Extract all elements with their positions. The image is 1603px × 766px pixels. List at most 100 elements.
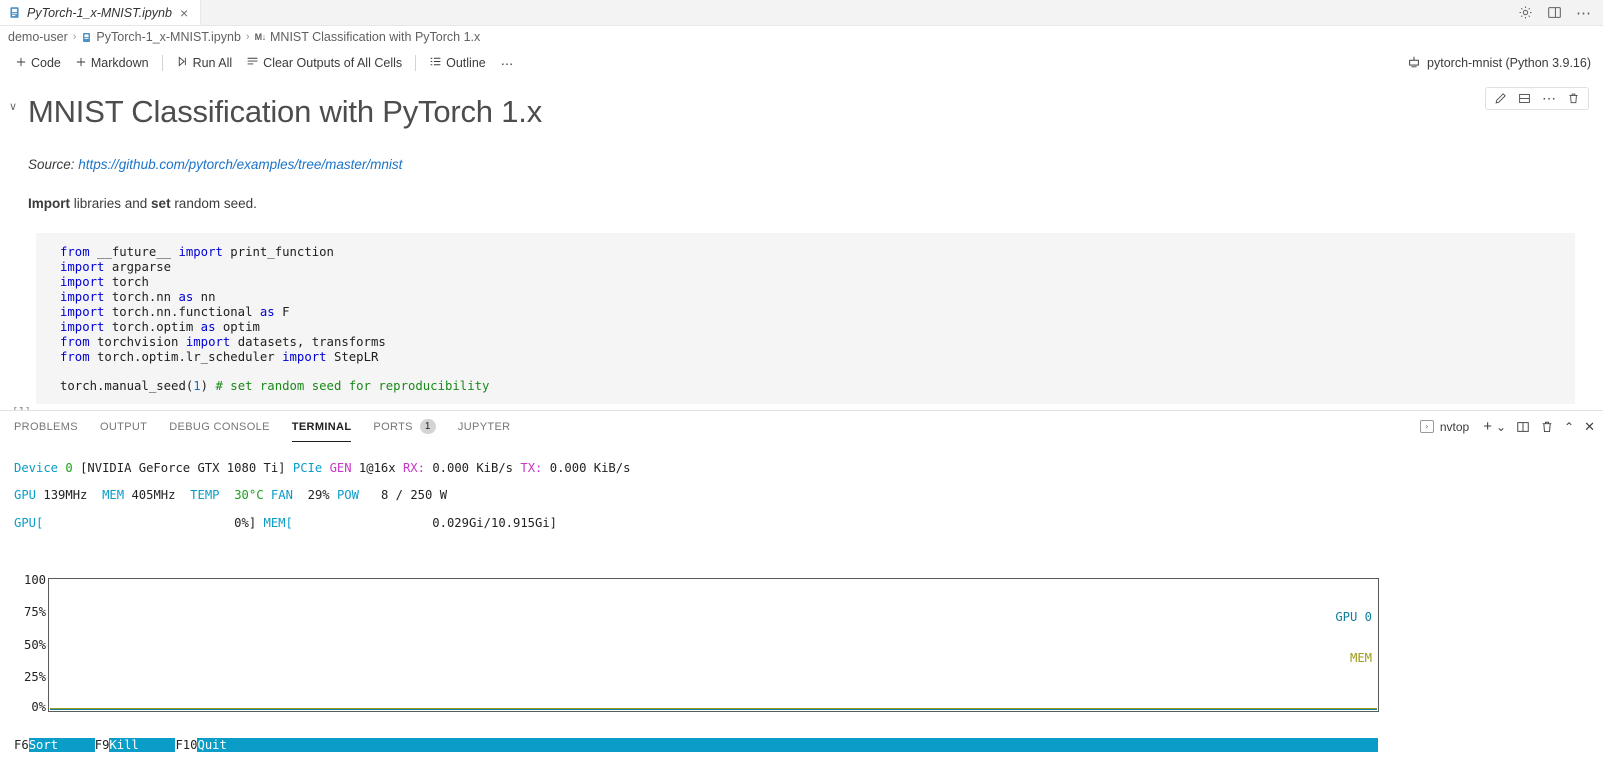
run-icon bbox=[176, 55, 189, 71]
tab-terminal[interactable]: TERMINAL bbox=[291, 411, 352, 442]
breadcrumb-item-symbol[interactable]: M↓ MNIST Classification with PyTorch 1.x bbox=[255, 30, 481, 44]
legend-entry-gpu: GPU 0 bbox=[1335, 609, 1372, 624]
new-terminal-dropdown-icon[interactable]: ⌄ bbox=[1496, 420, 1506, 434]
pcie-label: PCIe bbox=[292, 460, 323, 475]
gpu-clock-value: 139MHz bbox=[43, 488, 88, 503]
rx-value: 0.000 KiB/s bbox=[432, 460, 514, 475]
notebook-icon bbox=[8, 6, 21, 19]
tx-label: TX: bbox=[520, 460, 543, 475]
gpu-utilization-chart: 100 75% 50% 25% 0% GPU 0 MEM bbox=[14, 573, 1379, 714]
outline-icon bbox=[429, 55, 442, 71]
tab-output[interactable]: OUTPUT bbox=[100, 411, 147, 442]
toolbar-divider bbox=[415, 55, 417, 71]
new-terminal-button[interactable]: + bbox=[1483, 418, 1492, 435]
breadcrumb-label: PyTorch-1_x-MNIST.ipynb bbox=[96, 30, 241, 44]
code-cell[interactable]: from __future__ import print_function im… bbox=[12, 233, 1575, 410]
pencil-icon[interactable] bbox=[1490, 90, 1511, 107]
split-terminal-icon[interactable] bbox=[1516, 420, 1530, 434]
trash-icon[interactable] bbox=[1563, 90, 1584, 107]
fkey-f10[interactable]: F10 bbox=[175, 738, 198, 752]
add-code-cell-button[interactable]: Code bbox=[8, 54, 68, 73]
editor-tab-label: PyTorch-1_x-MNIST.ipynb bbox=[27, 5, 172, 20]
import-mid: libraries and bbox=[70, 196, 152, 212]
clear-outputs-icon bbox=[246, 55, 259, 71]
fan-value: 29% bbox=[307, 488, 330, 503]
y-tick-50: 50% bbox=[23, 638, 46, 653]
mem-clock-value: 405MHz bbox=[131, 488, 176, 503]
tx-value: 0.000 KiB/s bbox=[549, 460, 631, 475]
kernel-selector[interactable]: pytorch-mnist (Python 3.9.16) bbox=[1407, 48, 1591, 78]
tab-problems[interactable]: PROBLEMS bbox=[14, 411, 78, 442]
plus-icon bbox=[75, 56, 87, 71]
code-content[interactable]: from __future__ import print_function im… bbox=[60, 245, 1575, 394]
tab-debug-console[interactable]: DEBUG CONSOLE bbox=[169, 411, 270, 442]
tab-ports[interactable]: PORTS 1 bbox=[373, 411, 436, 442]
gpu-bar-value: 0%] bbox=[234, 515, 257, 530]
tab-label: PORTS bbox=[373, 420, 413, 433]
outline-button[interactable]: Outline bbox=[422, 53, 493, 73]
clear-outputs-button[interactable]: Clear Outputs of All Cells bbox=[239, 53, 409, 73]
import-post: random seed. bbox=[170, 196, 257, 212]
source-line: Source: https://github.com/pytorch/examp… bbox=[0, 157, 1603, 172]
clear-outputs-label: Clear Outputs of All Cells bbox=[263, 56, 403, 70]
fkey-f6-action[interactable]: Sort bbox=[29, 738, 58, 752]
add-code-cell-label: Code bbox=[31, 56, 61, 70]
maximize-panel-icon[interactable]: ⌃ bbox=[1564, 420, 1574, 434]
tab-jupyter[interactable]: JUPYTER bbox=[458, 411, 511, 442]
close-icon[interactable]: × bbox=[178, 6, 190, 20]
tab-label: TERMINAL bbox=[291, 420, 352, 433]
more-actions-icon[interactable]: ⋯ bbox=[1576, 4, 1591, 22]
y-tick-100: 100 bbox=[23, 573, 46, 588]
import-description: Import libraries and set random seed. bbox=[0, 196, 1603, 211]
breadcrumb: demo-user › PyTorch-1_x-MNIST.ipynb › M↓… bbox=[0, 26, 1603, 48]
close-panel-icon[interactable]: ✕ bbox=[1584, 419, 1595, 435]
temp-value: 30°C bbox=[234, 488, 264, 503]
gen-label: GEN bbox=[329, 460, 352, 475]
breadcrumb-item-file[interactable]: PyTorch-1_x-MNIST.ipynb bbox=[81, 30, 241, 44]
toolbar-more-icon[interactable]: ⋯ bbox=[493, 56, 523, 71]
cell-more-icon[interactable]: ⋯ bbox=[1538, 91, 1560, 105]
y-tick-75: 75% bbox=[23, 605, 46, 620]
series-line-gpu bbox=[50, 709, 1377, 711]
fkey-f10-action[interactable]: Quit bbox=[197, 738, 226, 752]
import-bold-1: Import bbox=[28, 196, 70, 212]
process-table: PID USER GPU TYPE GPU MEM CPU HOST MEM C… bbox=[14, 763, 1378, 766]
nvtop-bars-line: GPU[ 0%] MEM[ 0.029Gi/10.915Gi] bbox=[14, 515, 1603, 531]
breadcrumb-item-folder[interactable]: demo-user bbox=[8, 30, 68, 44]
source-link[interactable]: https://github.com/pytorch/examples/tree… bbox=[78, 157, 402, 172]
device-label: Device bbox=[14, 460, 59, 475]
mem-bar-label: MEM[ bbox=[263, 515, 293, 530]
notebook-body: ⋯ ∨ MNIST Classification with PyTorch 1.… bbox=[0, 78, 1603, 410]
run-all-button[interactable]: Run All bbox=[169, 53, 240, 73]
kill-terminal-icon[interactable] bbox=[1540, 420, 1554, 434]
kernel-label: pytorch-mnist (Python 3.9.16) bbox=[1427, 56, 1591, 70]
cell-toolbar: ⋯ bbox=[1485, 87, 1589, 110]
editor-actions: ⋯ bbox=[1518, 0, 1597, 25]
editor-tab-notebook[interactable]: PyTorch-1_x-MNIST.ipynb × bbox=[0, 0, 202, 25]
split-layout-icon[interactable] bbox=[1547, 5, 1562, 20]
outline-label: Outline bbox=[446, 56, 486, 70]
legend-entry-mem: MEM bbox=[1349, 651, 1372, 666]
nvtop-stats-line: GPU 139MHz MEM 405MHz TEMP 30°C FAN 29% … bbox=[14, 488, 1603, 503]
kernel-icon bbox=[1407, 55, 1421, 72]
notebook-toolbar: Code Markdown Run All Clear Outputs of A… bbox=[0, 48, 1603, 78]
chevron-down-icon[interactable]: ∨ bbox=[9, 100, 23, 113]
terminal-instance-selector[interactable]: › nvtop bbox=[1416, 419, 1473, 435]
tab-label: PROBLEMS bbox=[14, 420, 78, 433]
markdown-badge-icon: M↓ bbox=[254, 32, 267, 42]
fan-label: FAN bbox=[270, 488, 293, 503]
terminal-content[interactable]: Device 0 [NVIDIA GeForce GTX 1080 Ti] PC… bbox=[0, 442, 1603, 766]
fkey-f9-action[interactable]: Kill bbox=[109, 738, 138, 752]
add-markdown-cell-button[interactable]: Markdown bbox=[68, 54, 156, 73]
breadcrumb-separator: › bbox=[72, 31, 77, 43]
y-tick-25: 25% bbox=[23, 670, 46, 685]
gear-icon[interactable] bbox=[1518, 5, 1533, 20]
bottom-panel: PROBLEMS OUTPUT DEBUG CONSOLE TERMINAL P… bbox=[0, 410, 1603, 766]
fkey-f6[interactable]: F6 bbox=[14, 738, 29, 752]
fkey-f9[interactable]: F9 bbox=[94, 738, 110, 752]
chart-legend: GPU 0 MEM bbox=[1299, 583, 1372, 693]
add-markdown-cell-label: Markdown bbox=[90, 56, 149, 70]
gpu-bar-track bbox=[43, 516, 234, 530]
markdown-cell[interactable]: ∨ MNIST Classification with PyTorch 1.x … bbox=[0, 78, 1603, 211]
split-cell-icon[interactable] bbox=[1514, 90, 1535, 107]
